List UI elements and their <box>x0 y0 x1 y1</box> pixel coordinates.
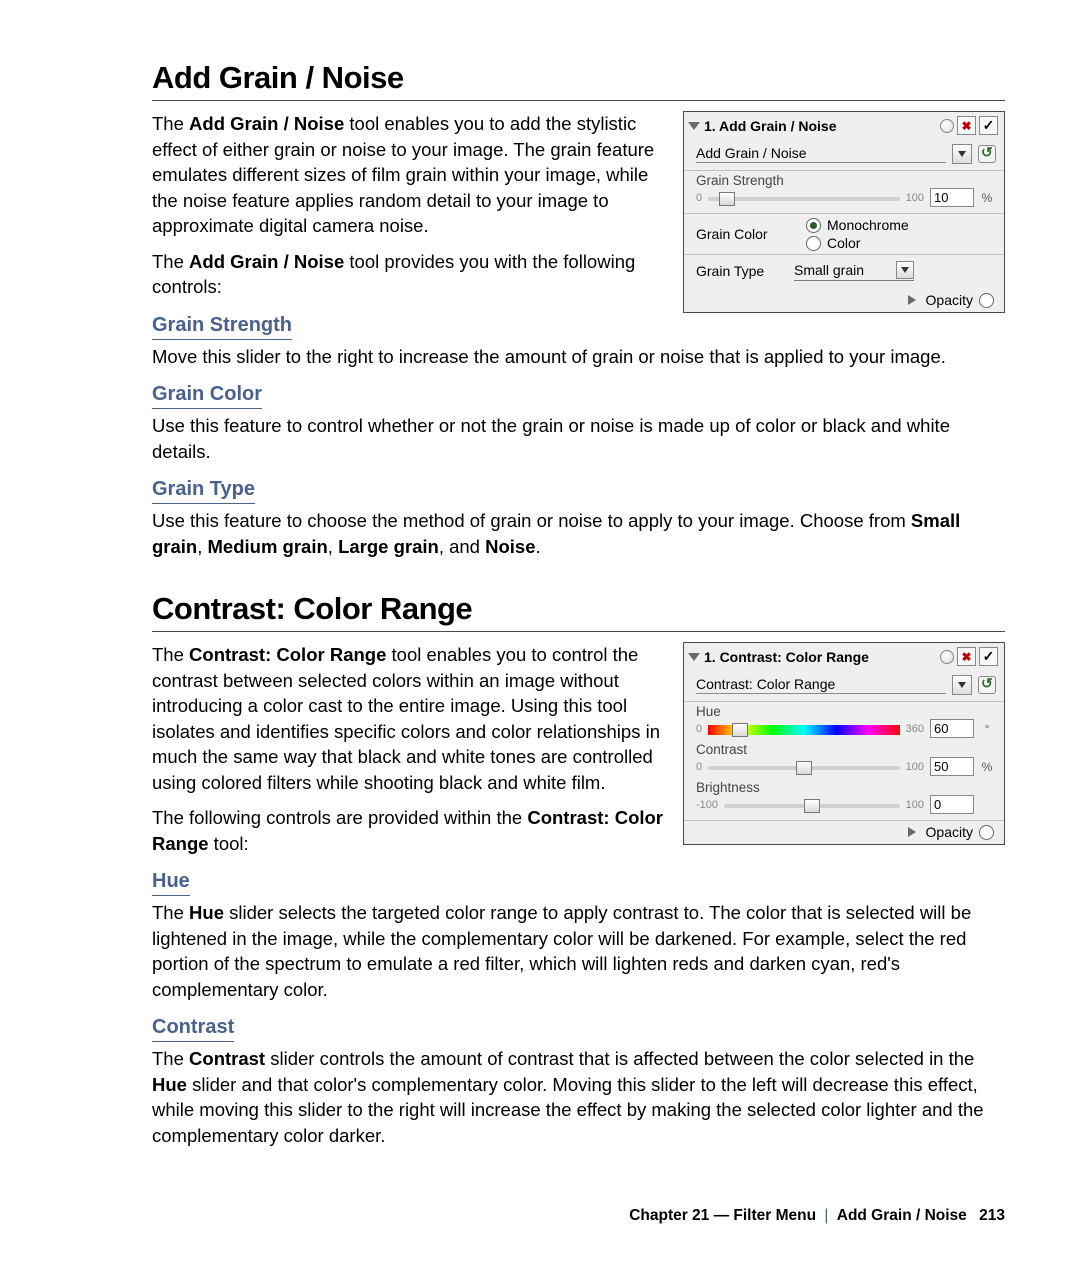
radio-label: Color <box>827 235 860 251</box>
slider-max: 100 <box>906 192 924 204</box>
panel-apply-icon[interactable]: ✓ <box>979 116 998 135</box>
contrast-slider[interactable] <box>708 766 900 770</box>
footer-chapter: Chapter 21 — Filter Menu <box>629 1207 816 1224</box>
opacity-label[interactable]: Opacity <box>926 824 973 840</box>
slider-max: 100 <box>906 761 924 773</box>
grain-color-desc: Use this feature to control whether or n… <box>152 413 1005 464</box>
slider-thumb-icon[interactable] <box>796 761 812 775</box>
dropdown-value: Small grain <box>794 262 896 278</box>
disclosure-right-icon[interactable] <box>908 827 916 837</box>
brightness-group: Brightness -100 100 0 <box>684 778 1004 821</box>
grain-color-group: Grain Color Monochrome Color <box>684 214 1004 255</box>
footer-breadcrumb: Add Grain / Noise <box>837 1207 967 1224</box>
slider-max: 100 <box>906 799 924 811</box>
preset-dropdown-arrow-icon[interactable] <box>952 675 972 695</box>
grain-type-dropdown[interactable]: Small grain <box>794 261 914 281</box>
preset-name[interactable]: Contrast: Color Range <box>696 676 946 694</box>
hue-desc: The Hue slider selects the targeted colo… <box>152 900 1005 1002</box>
panel-header[interactable]: 1. Contrast: Color Range ✖ ✓ <box>684 643 1004 670</box>
grain-strength-slider[interactable] <box>708 197 900 201</box>
preset-row: Contrast: Color Range <box>684 670 1004 702</box>
contrast-group: Contrast 0 100 50 % <box>684 740 1004 778</box>
opacity-row: Opacity <box>684 821 1004 844</box>
grain-color-color[interactable]: Color <box>806 235 909 251</box>
page-footer: Chapter 21 — Filter Menu | Add Grain / N… <box>629 1207 1005 1225</box>
sub-heading-grain-type: Grain Type <box>152 478 255 504</box>
grain-type-label: Grain Type <box>696 263 776 279</box>
brightness-label: Brightness <box>696 780 994 795</box>
panel-delete-icon[interactable]: ✖ <box>957 647 976 666</box>
panel-indicator-icon[interactable] <box>940 650 954 664</box>
slider-min: 0 <box>696 761 702 773</box>
hue-value[interactable]: 60 <box>930 719 974 738</box>
panel-contrast-color-range: 1. Contrast: Color Range ✖ ✓ Contrast: C… <box>683 642 1005 845</box>
unit-percent: % <box>980 191 994 205</box>
disclosure-triangle-icon[interactable] <box>688 653 700 661</box>
unit-degree: ° <box>980 722 994 736</box>
page-number: 213 <box>979 1207 1005 1224</box>
disclosure-right-icon[interactable] <box>908 295 916 305</box>
panel-indicator-icon[interactable] <box>940 119 954 133</box>
contrast-desc: The Contrast slider controls the amount … <box>152 1046 1005 1148</box>
hue-label: Hue <box>696 704 994 719</box>
hue-group: Hue 0 360 60 ° <box>684 702 1004 740</box>
reset-icon[interactable] <box>978 676 996 694</box>
panel-add-grain: 1. Add Grain / Noise ✖ ✓ Add Grain / Noi… <box>683 111 1005 313</box>
panel-apply-icon[interactable]: ✓ <box>979 647 998 666</box>
radio-unselected-icon <box>806 236 821 251</box>
preset-dropdown-arrow-icon[interactable] <box>952 144 972 164</box>
sub-heading-grain-color: Grain Color <box>152 383 262 409</box>
sub-heading-hue: Hue <box>152 870 190 896</box>
sub-heading-contrast: Contrast <box>152 1016 234 1042</box>
slider-thumb-icon[interactable] <box>804 799 820 813</box>
hue-slider[interactable] <box>708 725 900 735</box>
section-title-contrast-color-range: Contrast: Color Range <box>152 591 1005 632</box>
opacity-toggle-icon[interactable] <box>979 825 994 840</box>
slider-thumb-icon[interactable] <box>732 723 748 737</box>
contrast-value[interactable]: 50 <box>930 757 974 776</box>
contrast-label: Contrast <box>696 742 994 757</box>
section-title-add-grain: Add Grain / Noise <box>152 60 1005 101</box>
panel-delete-icon[interactable]: ✖ <box>957 116 976 135</box>
slider-min: 0 <box>696 723 702 735</box>
unit-percent: % <box>980 760 994 774</box>
grain-strength-group: Grain Strength 0 100 10 % <box>684 171 1004 214</box>
panel-header[interactable]: 1. Add Grain / Noise ✖ ✓ <box>684 112 1004 139</box>
panel-header-title: 1. Contrast: Color Range <box>704 649 869 665</box>
brightness-slider[interactable] <box>724 804 900 808</box>
grain-type-group: Grain Type Small grain <box>684 255 1004 289</box>
grain-strength-desc: Move this slider to the right to increas… <box>152 344 1005 370</box>
opacity-label[interactable]: Opacity <box>926 292 973 308</box>
preset-name[interactable]: Add Grain / Noise <box>696 145 946 163</box>
reset-icon[interactable] <box>978 145 996 163</box>
panel-header-title: 1. Add Grain / Noise <box>704 118 837 134</box>
grain-strength-value[interactable]: 10 <box>930 188 974 207</box>
opacity-row: Opacity <box>684 289 1004 312</box>
disclosure-triangle-icon[interactable] <box>688 122 700 130</box>
radio-selected-icon <box>806 218 821 233</box>
grain-color-monochrome[interactable]: Monochrome <box>806 217 909 233</box>
sub-heading-grain-strength: Grain Strength <box>152 314 292 340</box>
slider-max: 360 <box>906 723 924 735</box>
slider-min: -100 <box>696 799 718 811</box>
grain-color-label: Grain Color <box>696 226 776 242</box>
preset-row: Add Grain / Noise <box>684 139 1004 171</box>
opacity-toggle-icon[interactable] <box>979 293 994 308</box>
slider-min: 0 <box>696 192 702 204</box>
grain-type-desc: Use this feature to choose the method of… <box>152 508 1005 559</box>
radio-label: Monochrome <box>827 217 909 233</box>
slider-thumb-icon[interactable] <box>719 192 735 206</box>
dropdown-arrow-icon <box>896 261 914 279</box>
brightness-value[interactable]: 0 <box>930 795 974 814</box>
grain-strength-label: Grain Strength <box>696 173 994 188</box>
